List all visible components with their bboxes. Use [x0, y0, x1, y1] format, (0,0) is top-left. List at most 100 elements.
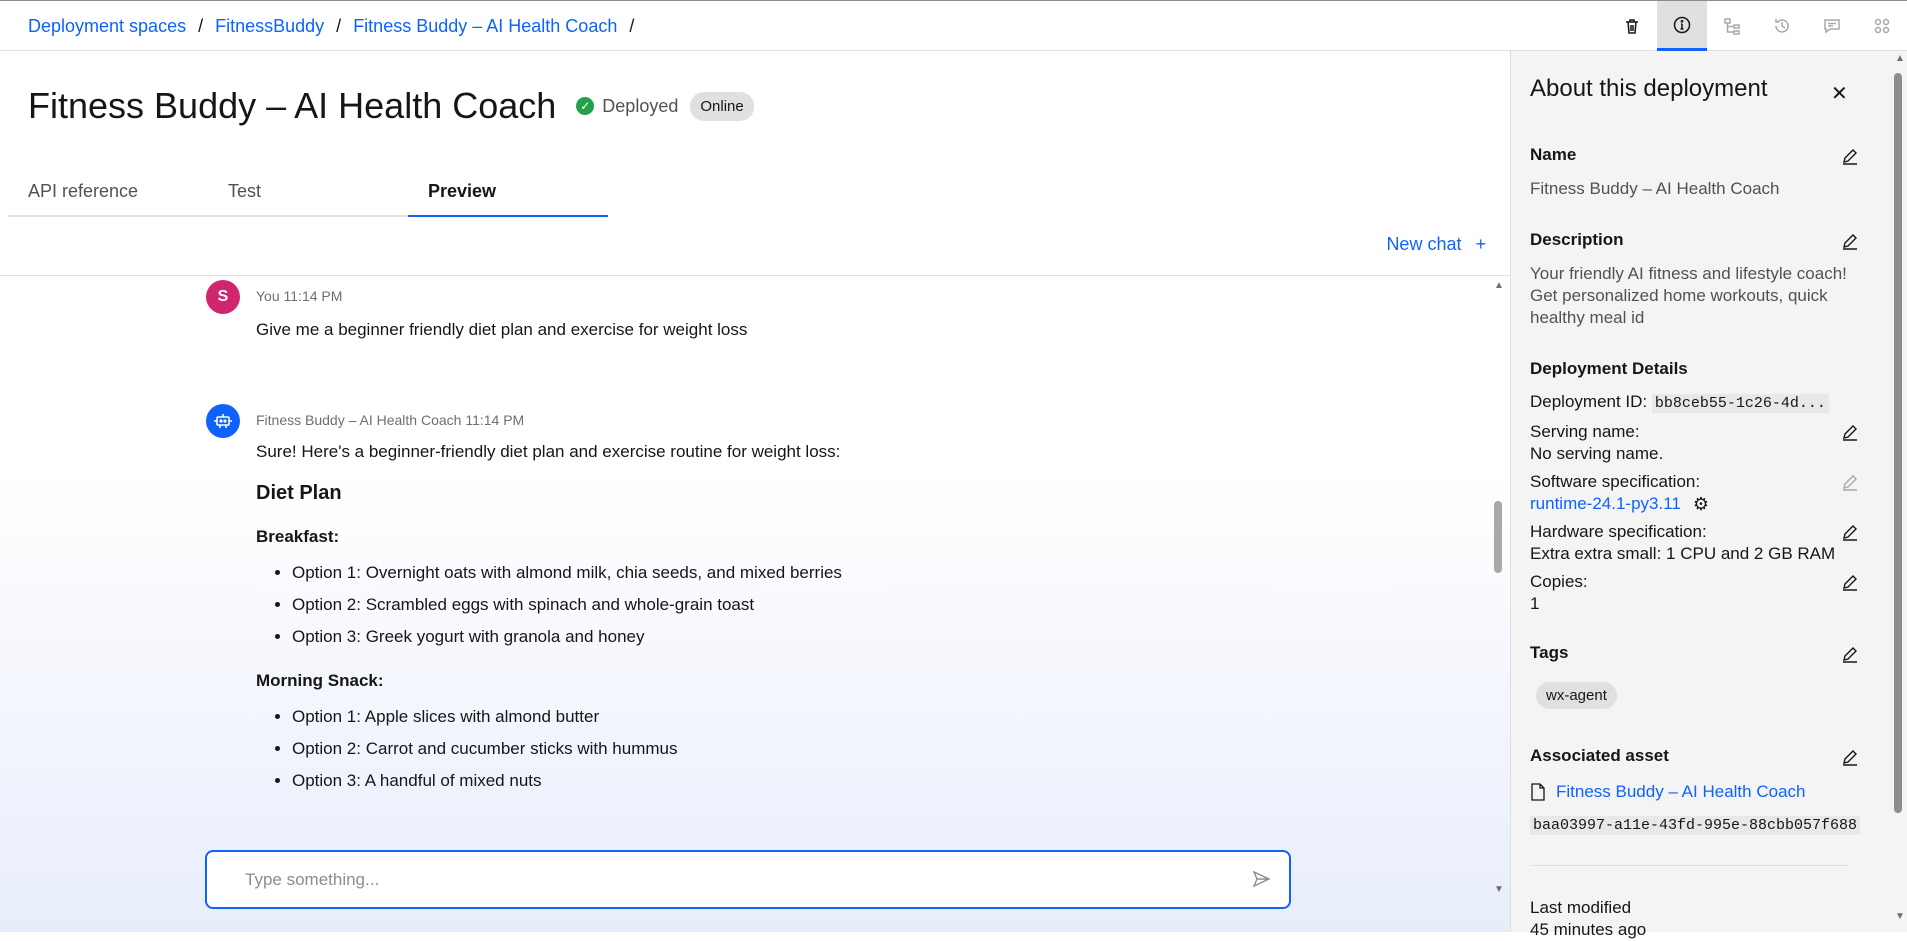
diet-plan-heading: Diet Plan — [256, 482, 342, 504]
settings-gear-icon[interactable]: ⚙ — [1693, 493, 1709, 515]
tab-api-reference[interactable]: API reference — [8, 173, 208, 217]
edit-serving-name-icon[interactable] — [1841, 423, 1859, 441]
apps-icon[interactable] — [1857, 1, 1907, 51]
last-modified-label: Last modified — [1530, 898, 1632, 917]
software-spec-row: runtime-24.1-py3.11 ⚙ — [1530, 493, 1709, 515]
asset-id[interactable]: baa03997-a11e-43fd-995e-88cbb057f688 — [1530, 816, 1861, 835]
checkmark-icon: ✓ — [576, 97, 595, 115]
list-item: Option 2: Scrambled eggs with spinach an… — [292, 595, 1256, 615]
message-meta: You 11:14 PM — [256, 288, 343, 304]
panel-title: About this deployment — [1530, 75, 1768, 102]
edit-name-icon[interactable] — [1841, 147, 1859, 165]
list-item: Option 2: Carrot and cucumber sticks wit… — [292, 739, 1256, 759]
list-item: Option 3: A handful of mixed nuts — [292, 771, 1256, 791]
panel-scroll-up-icon[interactable]: ▲ — [1895, 53, 1905, 64]
scroll-down-icon[interactable]: ▼ — [1494, 884, 1504, 895]
message-text: Give me a beginner friendly diet plan an… — [256, 320, 1256, 360]
list-item: Option 3: Greek yogurt with granola and … — [292, 627, 1256, 647]
document-icon — [1531, 783, 1545, 801]
edit-tags-icon[interactable] — [1841, 645, 1859, 663]
breadcrumb-deployment[interactable]: Fitness Buddy – AI Health Coach — [353, 16, 617, 37]
deployment-id-value[interactable]: bb8ceb55-1c26-4d... — [1651, 394, 1829, 413]
main-area: Fitness Buddy – AI Health Coach ✓ Deploy… — [0, 51, 1510, 932]
page-title: Fitness Buddy – AI Health Coach — [28, 85, 557, 126]
tab-preview[interactable]: Preview — [408, 173, 608, 217]
copies-label: Copies: — [1530, 572, 1588, 591]
breadcrumb-space[interactable]: FitnessBuddy — [215, 16, 324, 37]
edit-hardware-spec-icon[interactable] — [1841, 523, 1859, 541]
edit-software-spec-icon[interactable] — [1841, 473, 1859, 491]
associated-asset-label: Associated asset — [1530, 746, 1669, 765]
close-icon[interactable]: ✕ — [1831, 81, 1848, 106]
last-modified-value: 45 minutes ago — [1530, 920, 1647, 939]
list-item: Option 1: Apple slices with almond butte… — [292, 707, 1256, 727]
deployment-id-label: Deployment ID: — [1530, 392, 1648, 411]
robot-icon — [206, 404, 240, 438]
section-title: Breakfast: — [256, 527, 340, 546]
top-bar: Deployment spaces / FitnessBuddy / Fitne… — [0, 0, 1907, 51]
hardware-spec-label: Hardware specification: — [1530, 522, 1707, 541]
about-panel: About this deployment ✕ Name Fitness Bud… — [1510, 51, 1907, 939]
serving-name-label: Serving name: — [1530, 422, 1640, 441]
toolbar — [1607, 1, 1907, 51]
option-list: Option 1: Apple slices with almond butte… — [292, 707, 1256, 791]
status-badge: Online — [690, 91, 754, 121]
bot-intro: Sure! Here's a beginner-friendly diet pl… — [256, 442, 841, 461]
info-icon[interactable] — [1657, 1, 1707, 51]
deployment-id-row: Deployment ID: bb8ceb55-1c26-4d... — [1530, 391, 1870, 415]
history-icon[interactable] — [1757, 1, 1807, 51]
send-icon[interactable] — [1251, 869, 1271, 889]
new-chat-label: New chat — [1386, 234, 1462, 254]
chat-input[interactable] — [245, 869, 1205, 890]
message-meta: Fitness Buddy – AI Health Coach 11:14 PM — [256, 412, 525, 428]
chat-input-box[interactable] — [205, 850, 1291, 909]
tab-bar: API reference Test Preview — [8, 173, 608, 217]
user-message-text: Give me a beginner friendly diet plan an… — [256, 320, 748, 339]
panel-scroll-thumb[interactable] — [1894, 73, 1902, 813]
software-spec-label: Software specification: — [1530, 472, 1701, 491]
status-indicator: ✓ Deployed — [576, 96, 678, 117]
hardware-spec-value: Extra extra small: 1 CPU and 2 GB RAM — [1530, 544, 1836, 563]
panel-divider — [1530, 865, 1848, 866]
description-value: Your friendly AI fitness and lifestyle c… — [1530, 264, 1847, 327]
copies-value: 1 — [1530, 594, 1540, 613]
scroll-up-icon[interactable]: ▲ — [1494, 280, 1504, 291]
status-text: Deployed — [602, 95, 679, 116]
tags-label: Tags — [1530, 643, 1569, 662]
asset-link[interactable]: Fitness Buddy – AI Health Coach — [1556, 781, 1805, 803]
name-value: Fitness Buddy – AI Health Coach — [1530, 179, 1780, 198]
edit-asset-icon[interactable] — [1841, 748, 1859, 766]
option-list: Option 1: Overnight oats with almond mil… — [292, 563, 1256, 647]
edit-description-icon[interactable] — [1841, 232, 1859, 250]
breadcrumb-separator: / — [629, 16, 635, 36]
avatar: S — [206, 280, 240, 314]
breadcrumb-separator: / — [336, 16, 342, 36]
deployment-details-label: Deployment Details — [1530, 359, 1688, 378]
tab-test[interactable]: Test — [208, 173, 408, 217]
name-label: Name — [1530, 145, 1577, 164]
breadcrumb-deployment-spaces[interactable]: Deployment spaces — [28, 16, 186, 37]
trash-icon[interactable] — [1607, 1, 1657, 51]
chat-area: S You 11:14 PM Give me a beginner friend… — [0, 276, 1510, 932]
asset-id-row: baa03997-a11e-43fd-995e-88cbb057f688 — [1530, 813, 1861, 837]
new-chat-button[interactable]: New chat + — [1386, 234, 1486, 255]
tag-chip[interactable]: wx-agent — [1536, 682, 1617, 709]
chat-scrollbar[interactable]: ▲ ▼ — [1491, 276, 1505, 932]
edit-copies-icon[interactable] — [1841, 573, 1859, 591]
description-label: Description — [1530, 230, 1624, 249]
serving-name-value: No serving name. — [1530, 444, 1664, 463]
list-item: Option 1: Overnight oats with almond mil… — [292, 563, 1256, 583]
software-spec-link[interactable]: runtime-24.1-py3.11 — [1530, 493, 1681, 515]
breadcrumb: Deployment spaces / FitnessBuddy / Fitne… — [28, 16, 646, 37]
panel-scrollbar[interactable] — [1893, 73, 1903, 819]
plus-icon: + — [1475, 234, 1486, 254]
section-title: Morning Snack: — [256, 671, 384, 690]
title-row: Fitness Buddy – AI Health Coach ✓ Deploy… — [28, 85, 754, 127]
panel-scroll-down-icon[interactable]: ▼ — [1895, 911, 1905, 922]
asset-row: Fitness Buddy – AI Health Coach — [1530, 781, 1805, 803]
breadcrumb-separator: / — [198, 16, 204, 36]
scroll-thumb[interactable] — [1494, 501, 1502, 573]
hierarchy-icon[interactable] — [1707, 1, 1757, 51]
message-body: Sure! Here's a beginner-friendly diet pl… — [256, 442, 1256, 815]
chat-icon[interactable] — [1807, 1, 1857, 51]
